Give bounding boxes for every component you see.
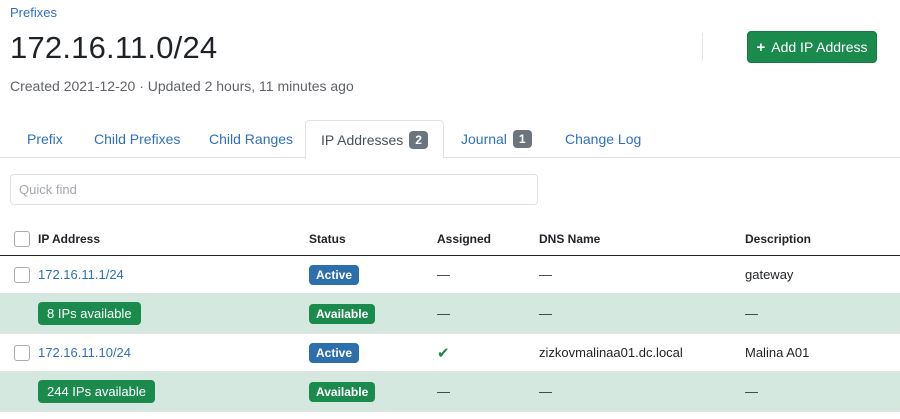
assigned-cell: — [437, 384, 450, 399]
tab-bar: Prefix Child Prefixes Child Ranges IP Ad… [0, 120, 900, 159]
row-select-checkbox[interactable] [14, 344, 30, 361]
description-cell: — [745, 384, 758, 399]
checkmark-icon: ✔ [437, 344, 450, 362]
page-title: 172.16.11.0/24 [10, 30, 218, 65]
column-header-ip-address[interactable]: IP Address [38, 223, 100, 255]
available-range-row: 8 IPs available Available — — — [0, 294, 900, 334]
available-ips-button[interactable]: 244 IPs available [38, 380, 156, 403]
tab-child-prefixes[interactable]: Child Prefixes [94, 120, 180, 158]
quick-find-input[interactable] [10, 174, 538, 205]
status-cell: Available [309, 372, 376, 411]
dns-name-cell: zizkovmalinaa01.dc.local [539, 345, 683, 360]
tab-label: Change Log [565, 131, 642, 147]
select-all-checkbox[interactable] [14, 231, 30, 247]
tab-count-badge: 2 [409, 130, 428, 149]
description-cell: — [745, 306, 758, 321]
add-ip-address-label: Add IP Address [771, 39, 868, 55]
available-ips-button[interactable]: 8 IPs available [38, 302, 141, 325]
status-badge: Active [309, 342, 360, 363]
description-cell: Malina A01 [745, 345, 810, 360]
status-badge: Active [309, 264, 360, 285]
tab-prefix[interactable]: Prefix [27, 120, 63, 158]
tab-change-log[interactable]: Change Log [565, 120, 641, 158]
breadcrumb[interactable]: Prefixes [10, 5, 57, 20]
description-cell: gateway [745, 267, 794, 282]
created-updated-meta: Created 2021-12-20 · Updated 2 hours, 11… [10, 78, 354, 94]
tab-count-badge: 1 [512, 130, 532, 148]
tab-label: Prefix [27, 131, 63, 147]
tab-label: IP Addresses [321, 131, 404, 148]
ip-address-table: IP Address Status Assigned DNS Name Desc… [0, 223, 900, 412]
available-cell: 8 IPs available [38, 294, 141, 333]
status-cell: Active [309, 256, 360, 293]
plus-icon: + [756, 38, 766, 56]
available-cell: 244 IPs available [38, 372, 156, 411]
table-header-row: IP Address Status Assigned DNS Name Desc… [0, 223, 900, 256]
assigned-cell: ✔ [437, 334, 450, 371]
column-header-status[interactable]: Status [309, 223, 346, 255]
tab-child-ranges[interactable]: Child Ranges [209, 120, 293, 158]
dns-name-cell: — [539, 267, 552, 282]
status-badge: Available [309, 381, 376, 402]
available-range-row: 244 IPs available Available — — — [0, 372, 900, 412]
table-row: 172.16.11.1/24 Active — — gateway [0, 256, 900, 294]
table-row: 172.16.11.10/24 Active ✔ zizkovmalinaa01… [0, 334, 900, 372]
tab-ip-addresses[interactable]: IP Addresses 2 [305, 120, 444, 159]
status-cell: Available [309, 294, 376, 333]
status-badge: Available [309, 303, 376, 324]
tab-journal[interactable]: Journal 1 [461, 120, 532, 158]
column-header-dns-name[interactable]: DNS Name [539, 223, 600, 255]
tab-label: Journal [461, 131, 507, 147]
column-header-description[interactable]: Description [745, 223, 811, 255]
assigned-cell: — [437, 306, 450, 321]
add-ip-address-button[interactable]: + Add IP Address [747, 31, 877, 63]
header-divider [702, 33, 703, 61]
assigned-cell: — [437, 267, 450, 282]
dns-name-cell: — [539, 384, 552, 399]
ip-address-link[interactable]: 172.16.11.10/24 [38, 334, 131, 371]
column-header-assigned[interactable]: Assigned [437, 223, 491, 255]
ip-address-link[interactable]: 172.16.11.1/24 [38, 256, 124, 293]
dns-name-cell: — [539, 306, 552, 321]
row-select-checkbox[interactable] [14, 266, 30, 283]
tab-label: Child Prefixes [94, 131, 181, 147]
tab-label: Child Ranges [209, 131, 294, 147]
status-cell: Active [309, 334, 360, 371]
